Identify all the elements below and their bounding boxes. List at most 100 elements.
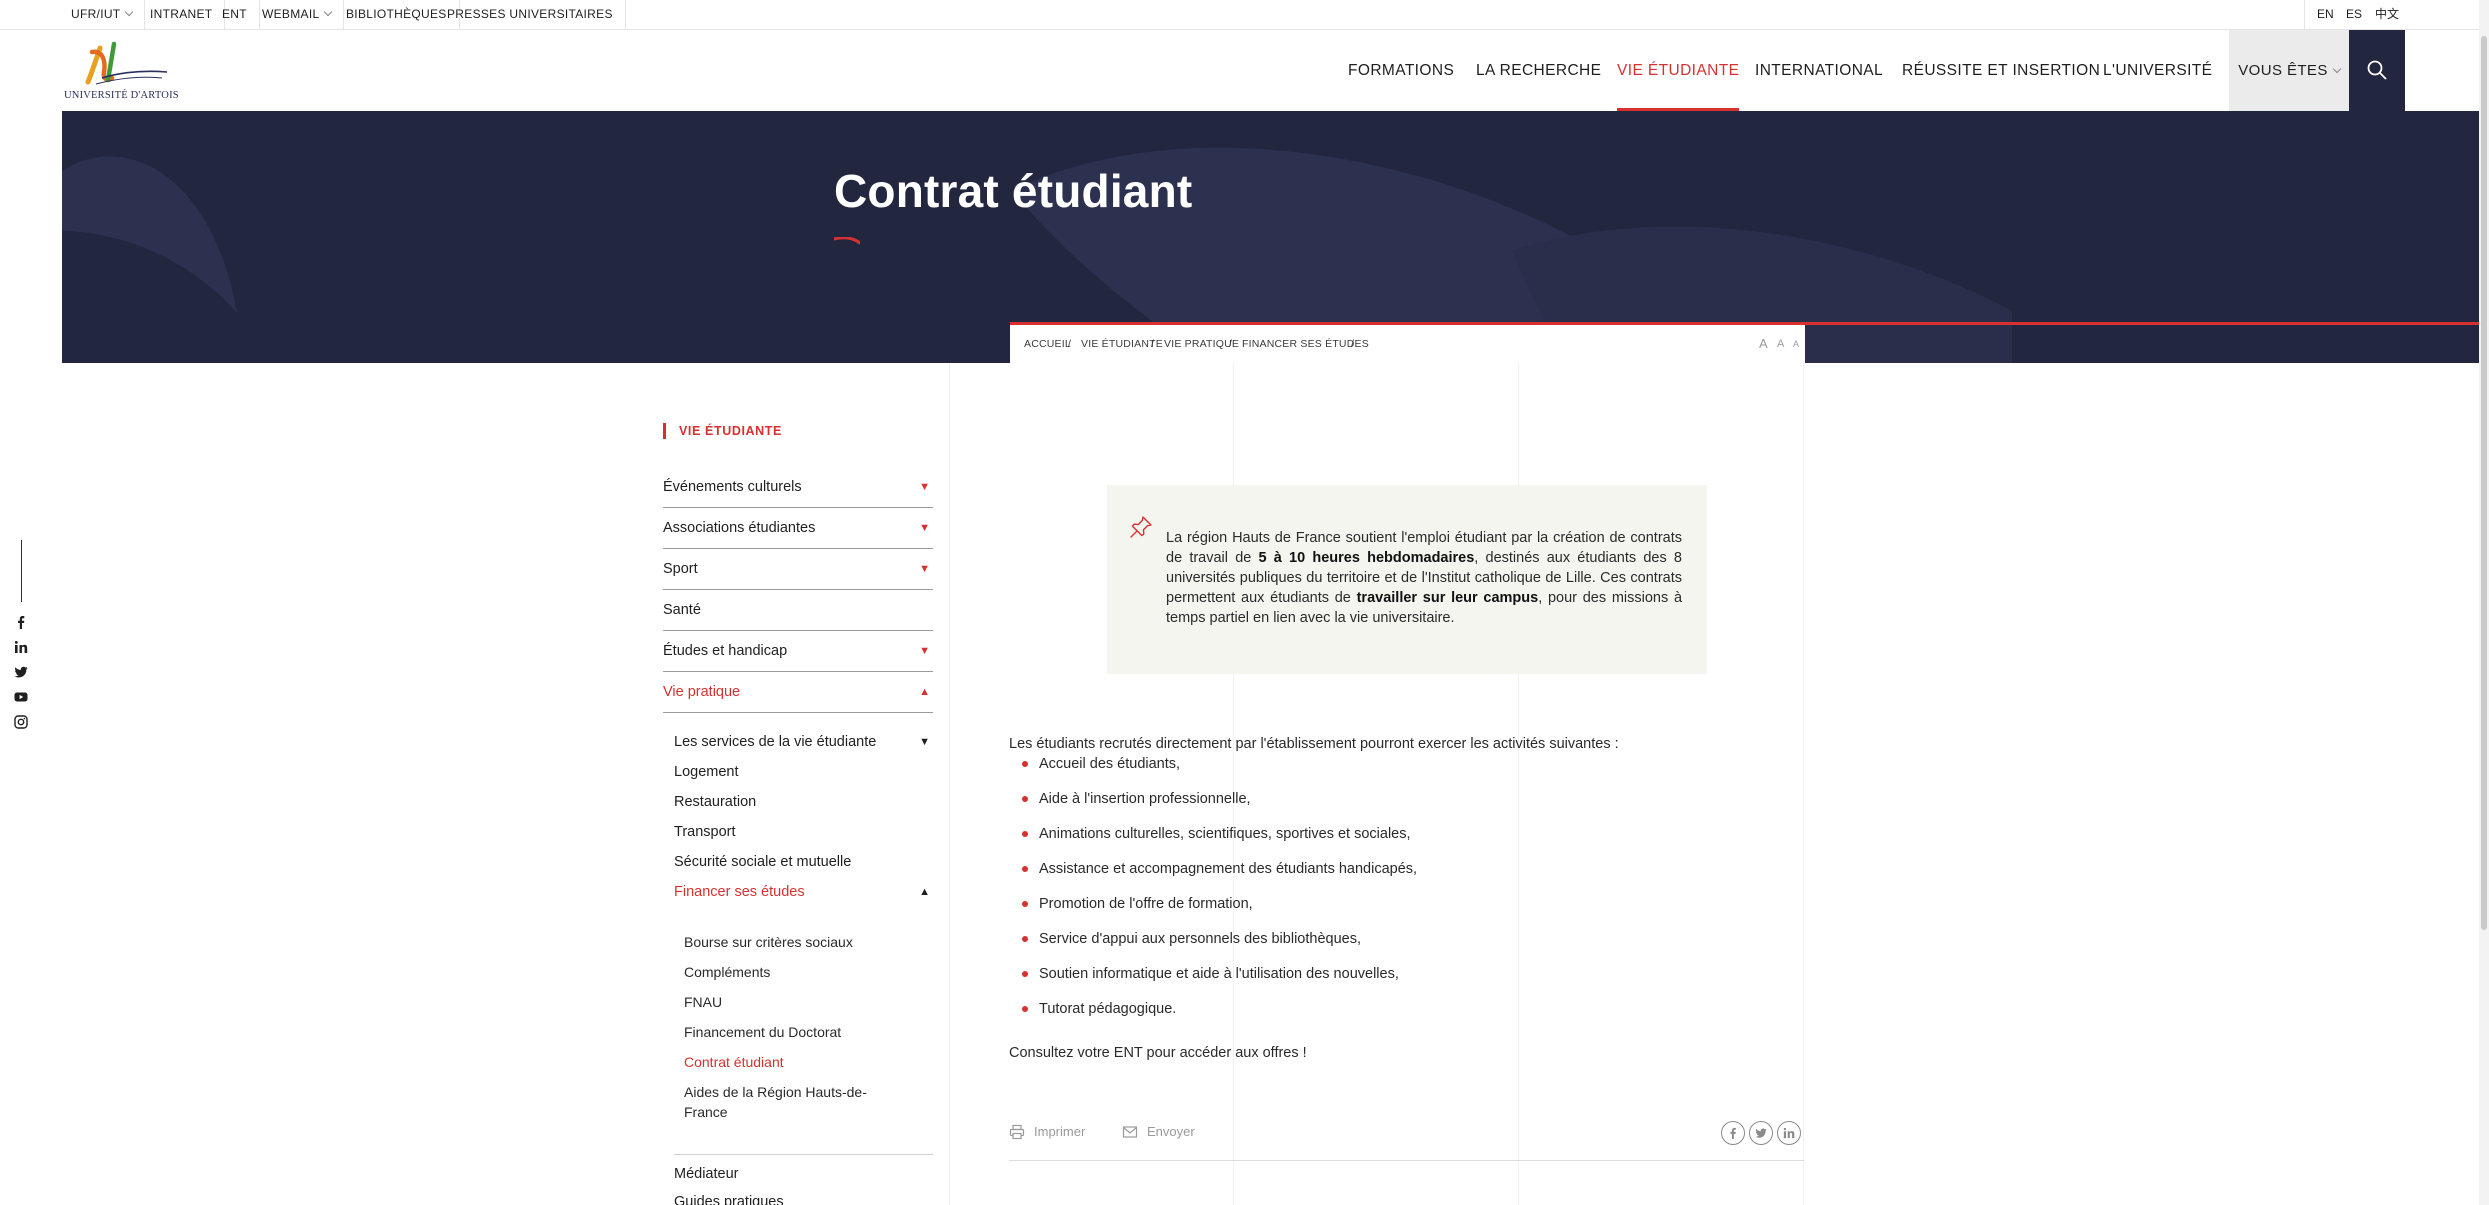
- sidebar-subitem-logement[interactable]: Logement: [674, 760, 933, 784]
- font-size-small[interactable]: A: [1793, 325, 1799, 363]
- nav-vie-etudiante[interactable]: VIE ÉTUDIANTE: [1617, 30, 1740, 111]
- expand-triangle-icon[interactable]: ▼: [919, 467, 930, 507]
- topbar-link-webmail[interactable]: WEBMAIL: [250, 0, 345, 29]
- sidebar-item-sport[interactable]: Sport ▼: [663, 549, 933, 590]
- sidebar-subitem-mediateur[interactable]: Médiateur: [674, 1162, 933, 1186]
- breadcrumb: ACCUEIL / VIE ÉTUDIANTE / VIE PRATIQUE /…: [1010, 325, 1805, 363]
- sidebar-item-associations[interactable]: Associations étudiantes ▼: [663, 508, 933, 549]
- breadcrumb-separator: /: [1068, 338, 1072, 350]
- sidebar-item-etudes-handicap[interactable]: Études et handicap ▼: [663, 631, 933, 672]
- topbar-link-ufr-iut[interactable]: UFR/IUT: [59, 0, 146, 29]
- sidebar-item-label: Santé: [663, 602, 701, 618]
- twitter-icon[interactable]: [14, 665, 28, 679]
- sidebar-link-fnau[interactable]: FNAU: [684, 992, 933, 1012]
- sidebar-subitem-guides-pratiques[interactable]: Guides pratiques: [674, 1190, 933, 1205]
- sidebar-link-aides-region[interactable]: Aides de la Région Hauts-de-France: [684, 1082, 884, 1122]
- sidebar-item-evenements-culturels[interactable]: Événements culturels ▼: [663, 467, 933, 508]
- topbar-link-label: WEBMAIL: [262, 7, 320, 21]
- title-accent: [834, 237, 860, 245]
- youtube-icon[interactable]: [14, 690, 28, 704]
- list-item: Promotion de l'offre de formation,: [1009, 894, 1769, 929]
- expand-triangle-icon[interactable]: ▼: [919, 549, 930, 589]
- logo-mark-icon: [85, 41, 168, 85]
- share-facebook-button[interactable]: [1721, 1121, 1745, 1145]
- sidebar-item-label: Études et handicap: [663, 643, 788, 659]
- sidebar-subitem-securite-sociale[interactable]: Sécurité sociale et mutuelle: [674, 850, 933, 874]
- bullet-icon: [1022, 866, 1028, 872]
- linkedin-icon[interactable]: [14, 640, 28, 654]
- sidebar-subitem-transport[interactable]: Transport: [674, 820, 933, 844]
- instagram-icon[interactable]: [14, 715, 28, 729]
- expand-triangle-icon[interactable]: ▼: [919, 730, 930, 754]
- sidebar-subitem-financer-etudes[interactable]: Financer ses études ▲: [674, 880, 933, 904]
- pin-icon: [1130, 516, 1152, 538]
- share-linkedin-button[interactable]: [1777, 1121, 1801, 1145]
- collapse-triangle-icon[interactable]: ▲: [919, 880, 930, 904]
- list-item: Soutien informatique et aide à l'utilisa…: [1009, 964, 1769, 999]
- sidebar-subitem-services-vie-etudiante[interactable]: Les services de la vie étudiante ▼: [674, 730, 933, 754]
- breadcrumb-item[interactable]: ACCUEIL: [1024, 325, 1071, 363]
- font-size-medium[interactable]: A: [1777, 325, 1784, 363]
- expand-triangle-icon[interactable]: ▼: [919, 631, 930, 671]
- linkedin-icon: [1783, 1127, 1795, 1139]
- list-item-text: Promotion de l'offre de formation,: [1039, 896, 1253, 912]
- sidebar-link-contrat-etudiant[interactable]: Contrat étudiant: [684, 1052, 933, 1072]
- info-callout: La région Hauts de France soutient l'emp…: [1107, 485, 1707, 674]
- bullet-icon: [1022, 901, 1028, 907]
- sidebar-item-label: Vie pratique: [663, 684, 741, 700]
- breadcrumb-separator: /: [1351, 338, 1355, 350]
- bullet-icon: [1022, 936, 1028, 942]
- list-item-text: Assistance et accompagnement des étudian…: [1039, 861, 1418, 877]
- bullet-icon: [1022, 831, 1028, 837]
- facebook-icon[interactable]: [14, 615, 28, 629]
- sidebar-link-complements[interactable]: Compléments: [684, 962, 933, 982]
- collapse-triangle-icon[interactable]: ▲: [919, 672, 930, 712]
- print-button[interactable]: Imprimer: [1009, 1117, 1085, 1147]
- sidebar-link-financement-doctorat[interactable]: Financement du Doctorat: [684, 1022, 933, 1042]
- university-logo[interactable]: UNIVERSITÉ D'ARTOIS: [62, 38, 179, 104]
- callout-bold-hours: 5 à 10 heures hebdomadaires: [1258, 550, 1475, 566]
- list-item: Accueil des étudiants,: [1009, 754, 1769, 789]
- lang-en[interactable]: EN: [2317, 0, 2334, 29]
- nav-reussite-insertion[interactable]: RÉUSSITE ET INSERTION: [1902, 30, 2100, 111]
- list-item: Assistance et accompagnement des étudian…: [1009, 859, 1769, 894]
- font-size-large[interactable]: A: [1759, 325, 1768, 363]
- chevron-down-icon: [324, 7, 333, 17]
- page-scrollbar[interactable]: [2479, 0, 2489, 1205]
- topbar-link-label: ENT: [222, 7, 247, 21]
- send-button[interactable]: Envoyer: [1122, 1117, 1195, 1147]
- nav-international[interactable]: INTERNATIONAL: [1755, 30, 1883, 111]
- scrollbar-thumb[interactable]: [2481, 36, 2487, 930]
- share-twitter-button[interactable]: [1749, 1121, 1773, 1145]
- content-intro: Les étudiants recrutés directement par l…: [1009, 736, 1619, 752]
- lang-es[interactable]: ES: [2346, 0, 2362, 29]
- nav-recherche[interactable]: LA RECHERCHE: [1476, 30, 1601, 111]
- list-item-text: Service d'appui aux personnels des bibli…: [1039, 931, 1361, 947]
- page-title: Contrat étudiant: [834, 165, 1193, 217]
- list-item-text: Aide à l'insertion professionnelle,: [1039, 791, 1251, 807]
- sidebar-link-bourse[interactable]: Bourse sur critères sociaux: [684, 932, 933, 952]
- sidebar-subitem-label: Logement: [674, 764, 739, 780]
- lang-zh[interactable]: 中文: [2375, 0, 2399, 29]
- expand-triangle-icon[interactable]: ▼: [919, 508, 930, 548]
- logo-text: UNIVERSITÉ D'ARTOIS: [64, 90, 179, 101]
- facebook-icon: [1730, 1127, 1736, 1139]
- search-button[interactable]: [2349, 30, 2405, 111]
- vous-etes-dropdown[interactable]: VOUS ÊTES: [2229, 30, 2349, 111]
- sidebar-subitem-restauration[interactable]: Restauration: [674, 790, 933, 814]
- breadcrumb-item[interactable]: VIE PRATIQUE: [1164, 325, 1239, 363]
- sidebar-item-vie-pratique[interactable]: Vie pratique ▲: [663, 672, 933, 713]
- grid-line: [1803, 363, 1804, 1205]
- breadcrumb-item[interactable]: FINANCER SES ÉTUDES: [1242, 325, 1369, 363]
- topbar-link-presses[interactable]: PRESSES UNIVERSITAIRES: [435, 0, 626, 29]
- vous-etes-label: VOUS ÊTES: [2238, 62, 2328, 79]
- nav-universite[interactable]: L'UNIVERSITÉ: [2103, 30, 2212, 111]
- sidebar-subitem-label: Sécurité sociale et mutuelle: [674, 854, 852, 870]
- search-icon: [2367, 60, 2387, 80]
- callout-text: La région Hauts de France soutient l'emp…: [1166, 528, 1682, 628]
- nav-formations[interactable]: FORMATIONS: [1348, 30, 1454, 111]
- topbar-link-label: BIBLIOTHÈQUES: [346, 7, 447, 21]
- main-header: UNIVERSITÉ D'ARTOIS FORMATIONS LA RECHER…: [0, 30, 2489, 111]
- sidebar-item-sante[interactable]: Santé: [663, 590, 933, 631]
- bullet-icon: [1022, 971, 1028, 977]
